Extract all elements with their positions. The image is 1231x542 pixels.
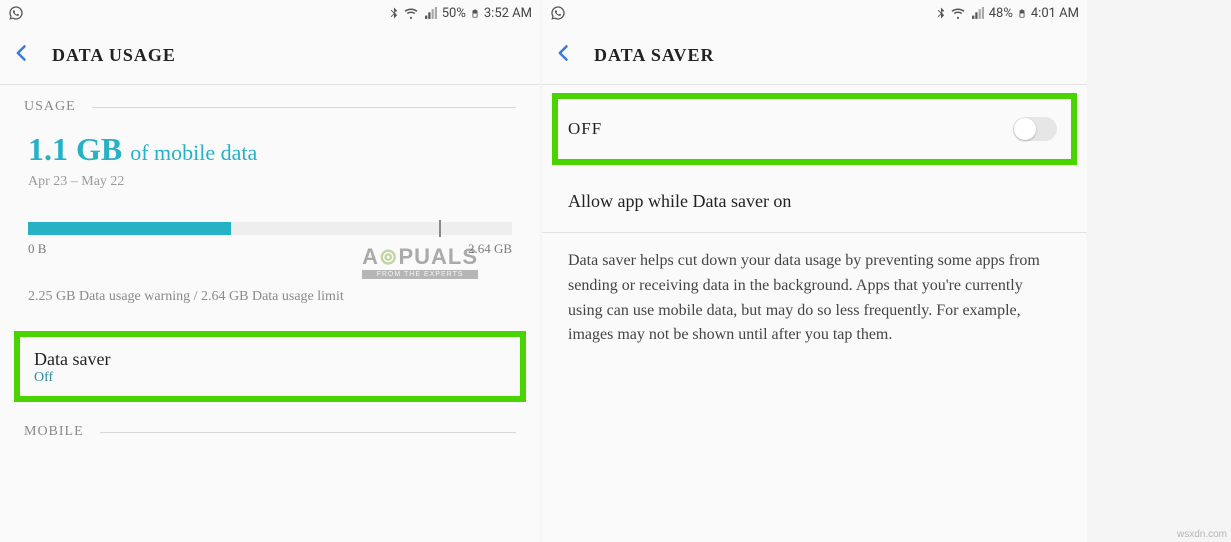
whatsapp-icon <box>8 5 24 21</box>
bluetooth-icon <box>935 6 946 20</box>
bluetooth-icon <box>388 6 399 20</box>
section-usage-label: USAGE <box>24 99 76 115</box>
usage-amount: 1.1 GB <box>28 131 122 167</box>
highlight-data-saver-row: Data saver Off <box>14 331 526 402</box>
signal-icon <box>970 7 985 20</box>
signal-icon <box>423 7 438 20</box>
clock-left: 3:52 AM <box>484 6 532 21</box>
progress-track <box>28 222 512 235</box>
usage-note: 2.25 GB Data usage warning / 2.64 GB Dat… <box>0 265 540 325</box>
back-icon[interactable] <box>554 43 574 68</box>
phone-right: 48% 4:01 AM DATA SAVER OFF Allow app whi… <box>542 0 1087 542</box>
appbar-left: DATA USAGE <box>0 26 540 84</box>
data-saver-status: Off <box>34 370 506 386</box>
usage-progress: 0 B 2.64 GB <box>0 200 540 265</box>
back-icon[interactable] <box>12 43 32 68</box>
usage-of-label: of mobile data <box>130 140 257 165</box>
highlight-toggle-row: OFF <box>552 93 1077 165</box>
usage-period: Apr 23 – May 22 <box>28 174 512 190</box>
usage-summary[interactable]: 1.1 GB of mobile data Apr 23 – May 22 <box>0 125 540 200</box>
page-title-right: DATA SAVER <box>594 45 715 66</box>
wifi-icon <box>403 7 419 20</box>
wifi-icon <box>950 7 966 20</box>
battery-pct-right: 48% <box>989 6 1013 21</box>
statusbar-right: 48% 4:01 AM <box>542 0 1087 26</box>
battery-pct-left: 50% <box>442 6 466 21</box>
appbar-right: DATA SAVER <box>542 26 1087 84</box>
phone-left: 50% 3:52 AM DATA USAGE USAGE 1.1 GB of m… <box>0 0 540 542</box>
toggle-switch[interactable] <box>1013 117 1057 141</box>
section-mobile: MOBILE <box>0 410 540 450</box>
statusbar-left: 50% 3:52 AM <box>0 0 540 26</box>
data-saver-description: Data saver helps cut down your data usag… <box>542 233 1087 364</box>
battery-icon <box>470 6 480 21</box>
divider <box>542 84 1087 85</box>
whatsapp-icon <box>550 5 566 21</box>
progress-warning-tick <box>439 220 441 237</box>
section-usage: USAGE <box>0 85 540 125</box>
progress-min: 0 B <box>28 241 46 257</box>
progress-fill <box>28 222 231 235</box>
clock-right: 4:01 AM <box>1031 6 1079 21</box>
data-saver-row[interactable]: Data saver Off <box>30 347 510 388</box>
allow-app-row[interactable]: Allow app while Data saver on <box>542 171 1087 232</box>
battery-icon <box>1017 6 1027 21</box>
toggle-knob <box>1014 118 1036 140</box>
progress-max: 2.64 GB <box>468 241 512 257</box>
page-title-left: DATA USAGE <box>52 45 176 66</box>
footer-credit: wsxdn.com <box>1177 529 1227 540</box>
toggle-label: OFF <box>568 119 602 139</box>
section-mobile-label: MOBILE <box>24 424 84 440</box>
data-saver-title: Data saver <box>34 349 506 370</box>
data-saver-toggle-row[interactable]: OFF <box>562 99 1067 159</box>
